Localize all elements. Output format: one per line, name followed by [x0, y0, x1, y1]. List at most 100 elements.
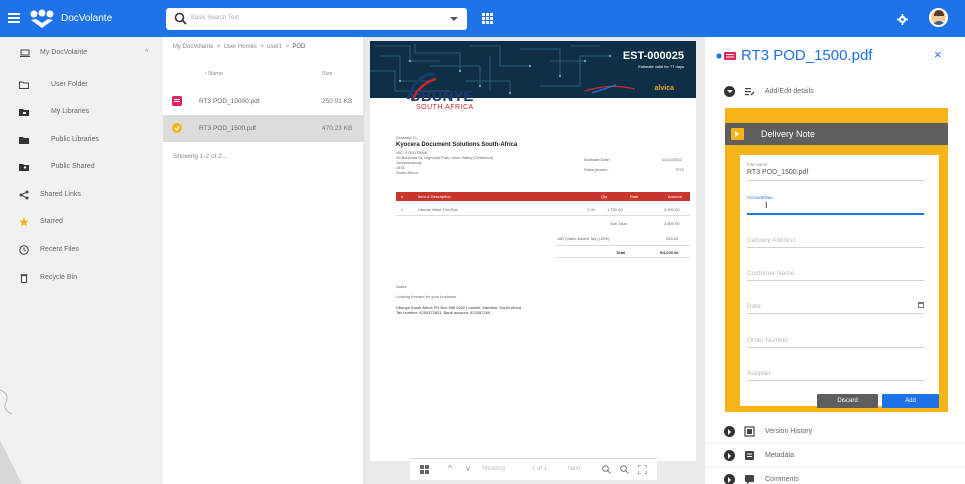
add-edit-details-toggle[interactable]: Add/Edit details	[705, 80, 965, 104]
table-row[interactable]: RT3 POD_10000.pdf 250.91 KB	[163, 88, 364, 115]
breadcrumb-item[interactable]: User Homes	[224, 44, 257, 50]
breadcrumb-item[interactable]: user1	[267, 44, 282, 50]
trash-icon	[20, 274, 28, 283]
sidebar-item-recycle-bin[interactable]: Recycle Bin	[0, 268, 163, 288]
sidebar-item-shared-links[interactable]: Shared Links	[0, 185, 163, 205]
file-size: 250.91 KB	[322, 98, 353, 105]
comments-section[interactable]: Comments	[705, 468, 965, 484]
share-icon	[19, 190, 29, 200]
chevron-down-icon[interactable]	[724, 86, 735, 97]
calendar-icon[interactable]	[918, 302, 924, 308]
sidebar-toggle-icon[interactable]	[420, 465, 429, 474]
sidebar-item-public-libraries[interactable]: Public Libraries	[0, 130, 163, 150]
sort-arrow-icon: ↑	[204, 71, 207, 77]
search-dropdown-icon[interactable]	[450, 17, 458, 21]
search-input[interactable]: Basic Search Text	[191, 15, 239, 21]
chevron-right-icon[interactable]	[724, 450, 735, 461]
file-details-panel: RT3 POD_1500.pdf × Add/Edit details Deli…	[705, 37, 965, 484]
docvolante-logo	[30, 9, 54, 28]
play-icon	[731, 128, 744, 140]
file-list-header: ↑ Name Size	[163, 68, 364, 84]
section-label: Metadata	[765, 452, 795, 459]
document-viewer: EST-000025 Estimate valid for 77 days al…	[364, 37, 705, 484]
gear-icon[interactable]	[897, 14, 908, 25]
vat-label: VAT (Value Added Tax) (15%)	[557, 236, 610, 241]
breadcrumb: My DocVolante > User Homes > user1 > POD	[173, 44, 305, 50]
metadata-section[interactable]: Metadata	[705, 444, 965, 468]
star-icon	[19, 217, 29, 227]
sidebar-item-my-libraries[interactable]: My Libraries	[0, 102, 163, 122]
item-rate: 1,750.00	[607, 207, 623, 212]
field-placeholder: Date	[747, 303, 761, 310]
column-header-name[interactable]: ↑ Name	[204, 71, 223, 77]
vat-value: 525.00	[666, 236, 679, 241]
breadcrumb-current: POD	[292, 44, 306, 50]
estimate-number: EST-000025	[622, 50, 684, 62]
version-history-section[interactable]: Version History	[705, 420, 965, 444]
total-value: R4,025.00	[660, 250, 679, 255]
column-header-size[interactable]: Size	[322, 71, 333, 77]
field-placeholder: Order Number	[747, 337, 789, 344]
page-status: Showing	[482, 466, 506, 472]
field-underline	[747, 280, 924, 281]
divider	[556, 245, 690, 246]
menu-icon[interactable]	[8, 13, 20, 23]
breadcrumb-separator: >	[285, 44, 289, 50]
zoom-out-icon[interactable]	[620, 465, 629, 474]
file-status-icon	[172, 123, 182, 133]
add-edit-details-label: Add/Edit details	[765, 88, 814, 95]
sales-person-label: Sales person :	[584, 167, 610, 172]
file-name: RT3 POD_1500.pdf	[199, 125, 256, 132]
notes-text: Looking forward for your business.	[396, 294, 458, 299]
folder-outline-icon	[19, 81, 29, 89]
col-amount: Amount	[668, 194, 682, 199]
sidebar-item-label: Recent Files	[40, 246, 79, 253]
apps-grid-icon[interactable]	[482, 13, 493, 24]
chevron-down-icon[interactable]: v	[466, 464, 470, 473]
file-list-panel: My DocVolante > User Homes > user1 > POD…	[163, 37, 364, 484]
estimate-date-label: Estimate Date :	[584, 157, 612, 162]
sidebar-item-public-shared[interactable]: Public Shared	[0, 157, 163, 177]
ubunye-logo-subtext: SOUTH AFRICA	[416, 104, 474, 111]
chevron-up-icon[interactable]: ^	[448, 464, 452, 473]
discard-button[interactable]: Discard	[817, 394, 878, 408]
sidebar-item-label: Shared Links	[40, 191, 81, 198]
sidebar-item-recent-files[interactable]: Recent Files	[0, 240, 163, 260]
estimate-validity: Estimate valid for 77 days	[638, 64, 684, 69]
field-underline	[747, 380, 924, 381]
sidebar-item-label: Starred	[40, 218, 63, 225]
ubunye-logo-text: UBUNYE	[410, 88, 474, 105]
chevron-right-icon[interactable]	[724, 426, 735, 437]
top-bar: DocVolante Basic Search Text	[0, 0, 965, 37]
divider	[556, 257, 690, 258]
delivery-note-form: Delivery Note File Name RT3 POD_1500.pdf…	[725, 108, 948, 412]
close-icon[interactable]: ×	[934, 47, 942, 62]
sidebar-item-user-folder[interactable]: User Folder	[0, 75, 163, 95]
folder-library-icon	[19, 109, 29, 116]
sidebar-item-starred[interactable]: Starred	[0, 212, 163, 232]
field-underline	[747, 313, 924, 314]
fullscreen-icon[interactable]	[638, 465, 647, 474]
client-name: Kyocera Document Solutions South-Africa	[396, 142, 518, 148]
item-no: 1	[401, 207, 404, 212]
zoom-in-icon[interactable]	[602, 465, 611, 474]
estimate-to-label: Estimate To	[396, 135, 417, 140]
estimate-date-value: 11/10/2022	[662, 157, 682, 162]
next-page-button[interactable]: Next	[568, 466, 580, 472]
field-value: RT3 POD_1500.pdf	[747, 169, 809, 176]
section-label: Comments	[765, 476, 799, 483]
viewer-toolbar: ^ v Showing 1 of 1 Next	[410, 458, 657, 480]
divider	[396, 215, 690, 216]
field-underline	[747, 213, 924, 215]
table-row-selected[interactable]: RT3 POD_1500.pdf 470.23 KB	[163, 115, 364, 142]
breadcrumb-item[interactable]: My DocVolante	[173, 44, 213, 50]
add-button[interactable]: Add	[882, 394, 939, 408]
section-label: Version History	[765, 428, 813, 435]
search-bar[interactable]: Basic Search Text	[166, 8, 467, 30]
user-avatar[interactable]	[929, 8, 948, 27]
chevron-right-icon[interactable]	[724, 474, 735, 484]
sidebar: My DocVolante ^ User Folder My Libraries…	[0, 37, 163, 484]
field-placeholder: Supplier	[747, 370, 771, 377]
sidebar-item-my-docvolante[interactable]: My DocVolante ^	[0, 43, 163, 63]
chevron-up-icon[interactable]: ^	[145, 49, 148, 56]
